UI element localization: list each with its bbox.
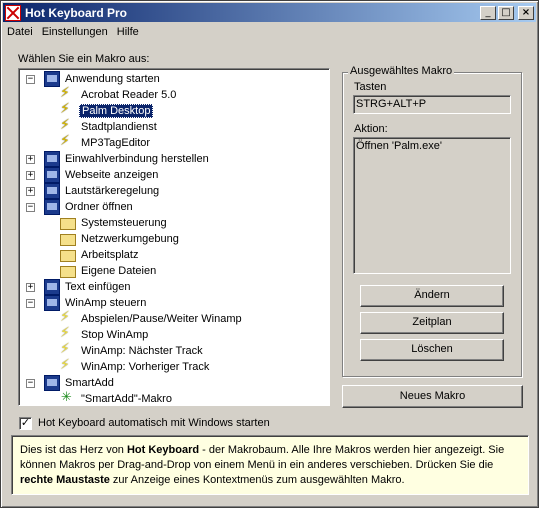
tree-node[interactable]: Webseite anzeigen — [44, 167, 160, 183]
tree-node[interactable]: Ordner öffnen — [44, 199, 135, 215]
tree-node-label: Palm Desktop — [79, 104, 154, 118]
info-text-1: Dies ist das Herz von — [20, 444, 127, 456]
tree-node[interactable]: Stop WinAmp — [60, 325, 150, 343]
menu-bar: Datei Einstellungen Hilfe — [3, 23, 144, 41]
tree-node-label: Ordner öffnen — [65, 201, 133, 213]
action-label: Aktion: — [354, 123, 388, 135]
window-title: Hot Keyboard Pro — [25, 5, 128, 20]
action-field: Öffnen 'Palm.exe' — [353, 137, 511, 274]
folder-icon — [60, 234, 76, 246]
info-text-3: zur Anzeige eines Kontextmenüs zum ausge… — [109, 474, 405, 486]
tree-node-label: Einwahlverbindung herstellen — [65, 153, 209, 165]
collapse-icon[interactable]: − — [26, 75, 35, 84]
keyboard-icon — [44, 167, 60, 183]
tree-node-label: MP3TagEditor — [81, 137, 151, 149]
tree-node-label: Stadtplandienst — [81, 121, 157, 133]
tree-node-label: Netzwerkumgebung — [81, 233, 179, 245]
keyboard-icon — [44, 151, 60, 167]
menu-hilfe[interactable]: Hilfe — [113, 26, 143, 38]
tree-node-label: Systemsteuerung — [81, 217, 167, 229]
collapse-icon[interactable]: − — [26, 299, 35, 308]
close-button[interactable]: × — [518, 5, 534, 20]
group-title: Ausgewähltes Makro — [348, 65, 455, 77]
tree-node[interactable]: Einwahlverbindung herstellen — [44, 151, 211, 167]
minimize-button[interactable]: _ — [480, 5, 496, 20]
tree-node[interactable]: Palm Desktop — [60, 101, 154, 119]
main-window: Hot Keyboard Pro _ □ × Datei Einstellung… — [0, 0, 539, 508]
smartadd-icon — [60, 390, 76, 405]
tree-node[interactable]: Arbeitsplatz — [60, 247, 140, 263]
tree-label: Wählen Sie ein Makro aus: — [18, 53, 150, 65]
tree-node-label: WinAmp: Vorheriger Track — [81, 361, 210, 373]
keyboard-icon — [44, 279, 60, 295]
folder-icon — [60, 266, 76, 278]
lightning-icon — [60, 133, 76, 151]
tree-node-label: "SmartAdd"-Makro — [81, 393, 172, 405]
tree-node-label: Eigene Dateien — [81, 265, 157, 277]
folder-icon — [60, 250, 76, 262]
folder-icon — [60, 218, 76, 230]
app-icon[interactable] — [5, 4, 21, 21]
tree-node-label: WinAmp: Nächster Track — [81, 345, 203, 357]
schedule-button[interactable]: Zeitplan — [360, 312, 504, 334]
tree-node[interactable]: MP3TagEditor — [60, 133, 152, 151]
winamp-icon — [60, 357, 76, 375]
tree-node[interactable]: WinAmp: Nächster Track — [60, 341, 205, 359]
autostart-checkbox[interactable]: ✓ — [19, 417, 32, 430]
expand-icon[interactable]: + — [26, 171, 35, 180]
delete-button[interactable]: Löschen — [360, 339, 504, 361]
expand-icon[interactable]: + — [26, 283, 35, 292]
keyboard-icon — [44, 199, 60, 215]
tree-node[interactable]: Acrobat Reader 5.0 — [60, 85, 178, 103]
tree-node[interactable]: Stadtplandienst — [60, 117, 159, 135]
tree-node-label: SmartAdd — [65, 377, 114, 389]
tree-node[interactable]: Systemsteuerung — [60, 215, 169, 231]
keyboard-icon — [44, 183, 60, 199]
tree-node[interactable]: Abspielen/Pause/Weiter Winamp — [60, 309, 244, 327]
collapse-icon[interactable]: − — [26, 203, 35, 212]
title-bar[interactable]: Hot Keyboard Pro _ □ × — [3, 3, 536, 22]
autostart-label[interactable]: Hot Keyboard automatisch mit Windows sta… — [38, 417, 270, 429]
tree-node[interactable]: Text einfügen — [44, 279, 132, 295]
keys-label: Tasten — [354, 81, 387, 93]
new-macro-button[interactable]: Neues Makro — [342, 385, 523, 408]
menu-einstellungen[interactable]: Einstellungen — [38, 26, 112, 38]
keyboard-icon — [44, 71, 60, 87]
tree-node-label: WinAmp steuern — [65, 297, 147, 309]
tree-node-label: Acrobat Reader 5.0 — [81, 89, 177, 101]
menu-datei[interactable]: Datei — [3, 26, 37, 38]
tree-node[interactable]: WinAmp: Vorheriger Track — [60, 357, 211, 375]
edit-button[interactable]: Ändern — [360, 285, 504, 307]
keys-field: STRG+ALT+P — [353, 95, 511, 114]
tree-node-label: Lautstärkeregelung — [65, 185, 160, 197]
maximize-button[interactable]: □ — [498, 5, 514, 20]
keyboard-icon — [44, 375, 60, 391]
tree-node[interactable]: SmartAdd — [44, 375, 116, 391]
expand-icon[interactable]: + — [26, 187, 35, 196]
tree-node-label: Arbeitsplatz — [81, 249, 139, 261]
info-bold-1: Hot Keyboard — [126, 444, 200, 456]
info-panel: Dies ist das Herz von Hot Keyboard - der… — [11, 435, 529, 495]
tree-node-label: Abspielen/Pause/Weiter Winamp — [81, 313, 242, 325]
tree-node[interactable]: "SmartAdd"-Makro — [60, 390, 174, 405]
tree-node[interactable]: Netzwerkumgebung — [60, 231, 181, 247]
collapse-icon[interactable]: − — [26, 379, 35, 388]
tree-node-label: Text einfügen — [65, 281, 131, 293]
tree-node[interactable]: Lautstärkeregelung — [44, 183, 161, 199]
tree-node-label: Webseite anzeigen — [65, 169, 159, 181]
expand-icon[interactable]: + — [26, 155, 35, 164]
keyboard-icon — [44, 295, 60, 311]
info-bold-2: rechte Maustaste — [20, 474, 110, 486]
tree-node-label: Stop WinAmp — [81, 329, 149, 341]
tree-node[interactable]: Eigene Dateien — [60, 263, 158, 279]
macro-tree[interactable]: − Anwendung starten Acrobat Reader 5.0 Palm… — [18, 68, 330, 406]
tree-node-label: Anwendung starten — [65, 73, 160, 85]
